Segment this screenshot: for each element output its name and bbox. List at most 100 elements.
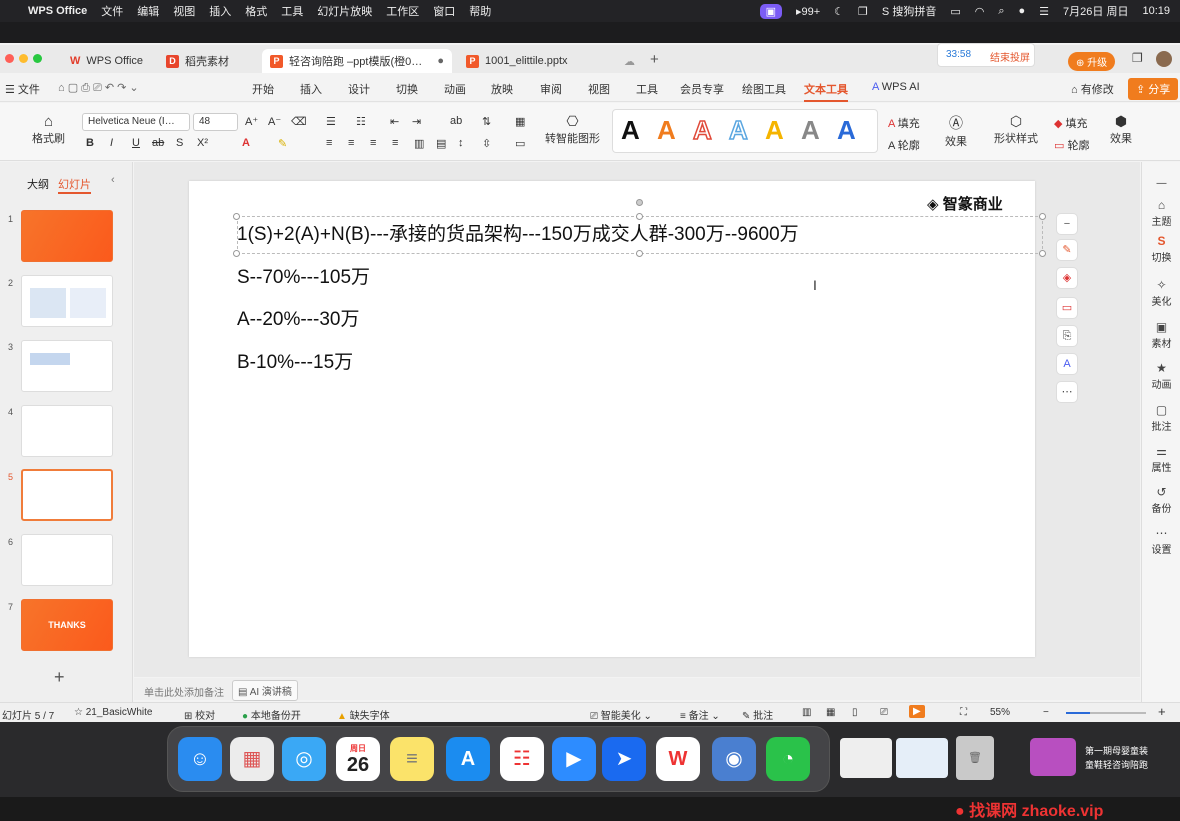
share-button[interactable]: ⇪ 分享 <box>1128 78 1179 100</box>
outline-tab[interactable]: 大纲 <box>27 176 49 192</box>
more-icon[interactable]: ⋯ <box>1056 381 1078 403</box>
justify-icon[interactable]: ≡ <box>392 137 398 149</box>
wifi-icon[interactable]: ◠ <box>975 5 985 18</box>
ai-speech-button[interactable]: ▤ AI 演讲稿 <box>232 680 298 701</box>
slide-thumbnail-7[interactable]: THANKS <box>21 599 113 651</box>
highlight-icon[interactable]: ✎ <box>278 137 287 150</box>
tab-transition[interactable]: 切换 <box>396 81 418 97</box>
menu-slideshow[interactable]: 幻灯片放映 <box>317 3 372 19</box>
recent-window-thumbnail[interactable] <box>896 738 948 778</box>
distribute-icon[interactable]: ▥ <box>414 137 424 150</box>
settings-button[interactable]: ⋯ 设置 <box>1142 526 1180 556</box>
control-center-icon[interactable]: ☰ <box>1039 5 1049 18</box>
fill-tool-icon[interactable]: ◈ <box>1056 267 1078 289</box>
comment-button[interactable]: ▢ 批注 <box>1142 403 1180 433</box>
theme-button[interactable]: ⌂ 主题 <box>1142 198 1180 228</box>
stop-recording-button[interactable]: 结束投屏 <box>990 49 1030 64</box>
slide-thumbnail-1[interactable] <box>21 210 113 262</box>
tab-current-ppt[interactable]: P 轻咨询陪跑 –ppt模版(橙0… ● <box>262 49 452 73</box>
presenter-icon[interactable]: ⎚ <box>880 707 888 718</box>
wordart-style-blue[interactable]: A <box>837 115 856 146</box>
search-icon[interactable]: ⌕ <box>998 5 1004 18</box>
recent-window-thumbnail[interactable] <box>840 738 892 778</box>
shape-fill-button[interactable]: ◆ 填充 <box>1054 115 1088 131</box>
align-left-icon[interactable]: ≡ <box>326 137 332 149</box>
properties-button[interactable]: ⚌ 属性 <box>1142 444 1180 474</box>
add-slide-icon[interactable]: + <box>54 667 65 688</box>
smart-graphic-button[interactable]: ⎔ 转智能图形 <box>545 113 600 146</box>
smart-beautify-button[interactable]: ⎚ 智能美化 ⌄ <box>590 707 652 722</box>
wordart-style-red-outline[interactable]: A <box>692 114 712 146</box>
shadow-icon[interactable]: S <box>176 137 183 149</box>
slide-thumbnail-3[interactable] <box>21 340 113 392</box>
ime-indicator[interactable]: S 搜狗拼音 <box>882 3 936 19</box>
font-shrink-icon[interactable]: A⁻ <box>268 115 281 128</box>
slide-thumbnail-4[interactable] <box>21 405 113 457</box>
upgrade-button[interactable]: ⊕ 升级 <box>1068 52 1116 71</box>
collapse-icon[interactable]: − <box>1056 213 1078 235</box>
rotate-handle[interactable] <box>636 199 643 206</box>
resize-handle[interactable] <box>1039 250 1046 257</box>
collapse-panel-icon[interactable]: ‹ <box>111 174 115 186</box>
menu-insert[interactable]: 插入 <box>209 3 231 19</box>
tab-design[interactable]: 设计 <box>348 81 370 97</box>
columns-setting-icon[interactable]: ▦ <box>515 115 525 128</box>
collapse-pane-icon[interactable]: — <box>1142 178 1180 189</box>
menu-workspace[interactable]: 工作区 <box>386 3 419 19</box>
tab-review[interactable]: 审阅 <box>540 81 562 97</box>
text-box-icon[interactable]: ▭ <box>515 137 525 150</box>
slides-tab[interactable]: 幻灯片 <box>58 176 91 194</box>
indent-increase-icon[interactable]: ⇥ <box>412 115 421 128</box>
zoom-slider[interactable] <box>1066 712 1146 714</box>
wordart-style-gray[interactable]: A <box>801 115 820 146</box>
wordart-style-blue-outline[interactable]: A <box>728 114 748 146</box>
window-icon[interactable]: ❐ <box>858 5 868 18</box>
wordart-gallery[interactable]: A A A A A A A <box>612 109 878 153</box>
slide-thumbnail-5-selected[interactable] <box>21 469 113 521</box>
transition-button[interactable]: S 切换 <box>1142 234 1180 264</box>
proofread-button[interactable]: ⊞ 校对 <box>184 707 215 722</box>
has-changes-button[interactable]: ⌂ 有修改 <box>1071 81 1114 97</box>
tab-text-tools[interactable]: 文本工具 <box>804 81 848 102</box>
superscript-icon[interactable]: X² <box>197 137 208 149</box>
reminders-icon[interactable]: ☷ <box>500 737 544 781</box>
vertical-align-icon[interactable]: ⇅ <box>482 115 491 128</box>
avatar[interactable] <box>1156 51 1172 67</box>
slide[interactable]: ◈ 智篆商业 1(S)+2(A)+N(B)---承接的货品架构---150万成交… <box>189 181 1046 657</box>
format-painter-button[interactable]: ⌂ 格式刷 <box>32 113 65 146</box>
close-window-icon[interactable] <box>5 54 14 63</box>
tab-member[interactable]: 会员专享 <box>680 81 724 97</box>
tab-insert[interactable]: 插入 <box>300 81 322 97</box>
local-backup-status[interactable]: ● 本地备份开 <box>242 707 301 722</box>
preview-app-icon[interactable]: ◉ <box>712 737 756 781</box>
columns-icon[interactable]: ▤ <box>436 137 446 150</box>
slide-text-line-2[interactable]: S--70%---105万 <box>237 262 370 289</box>
tab-view[interactable]: 视图 <box>588 81 610 97</box>
shape-style-button[interactable]: ⬡ 形状样式 <box>994 113 1038 146</box>
font-grow-icon[interactable]: A⁺ <box>245 115 258 128</box>
zoom-level[interactable]: 55% <box>990 707 1010 718</box>
shape-effect-button[interactable]: ⬢ 效果 <box>1110 113 1132 146</box>
text-fill-button[interactable]: A 填充 <box>888 115 920 131</box>
play-slideshow-icon[interactable]: ▶ <box>909 705 925 718</box>
theme-name[interactable]: ☆ 21_BasicWhite <box>74 707 152 718</box>
underline-icon[interactable]: U <box>132 137 140 149</box>
window-mode-icon[interactable]: ❐ <box>1132 51 1143 65</box>
file-menu-button[interactable]: ☰ 文件 <box>5 81 40 97</box>
safari-icon[interactable]: ◎ <box>282 737 326 781</box>
text-outline-button[interactable]: A 轮廓 <box>888 137 920 153</box>
notes-placeholder[interactable]: 单击此处添加备注 <box>144 684 224 699</box>
shape-outline-button[interactable]: ▭ 轮廓 <box>1054 137 1089 153</box>
quick-access-icons[interactable]: ⌂ ▢ ⎙ ⎚ ↶ ↷ ⌄ <box>58 81 139 95</box>
resize-handle[interactable] <box>636 250 643 257</box>
menu-help[interactable]: 帮助 <box>469 3 491 19</box>
menu-view[interactable]: 视图 <box>173 3 195 19</box>
window-controls[interactable] <box>5 54 47 66</box>
outline-tool-icon[interactable]: ▭ <box>1056 297 1078 319</box>
menu-format[interactable]: 格式 <box>245 3 267 19</box>
indent-decrease-icon[interactable]: ⇤ <box>390 115 399 128</box>
pen-icon[interactable]: ✎ <box>1056 239 1078 261</box>
reading-view-icon[interactable]: ▯ <box>852 707 858 718</box>
lark-icon[interactable]: ➤ <box>602 737 646 781</box>
zoom-window-icon[interactable] <box>33 54 42 63</box>
